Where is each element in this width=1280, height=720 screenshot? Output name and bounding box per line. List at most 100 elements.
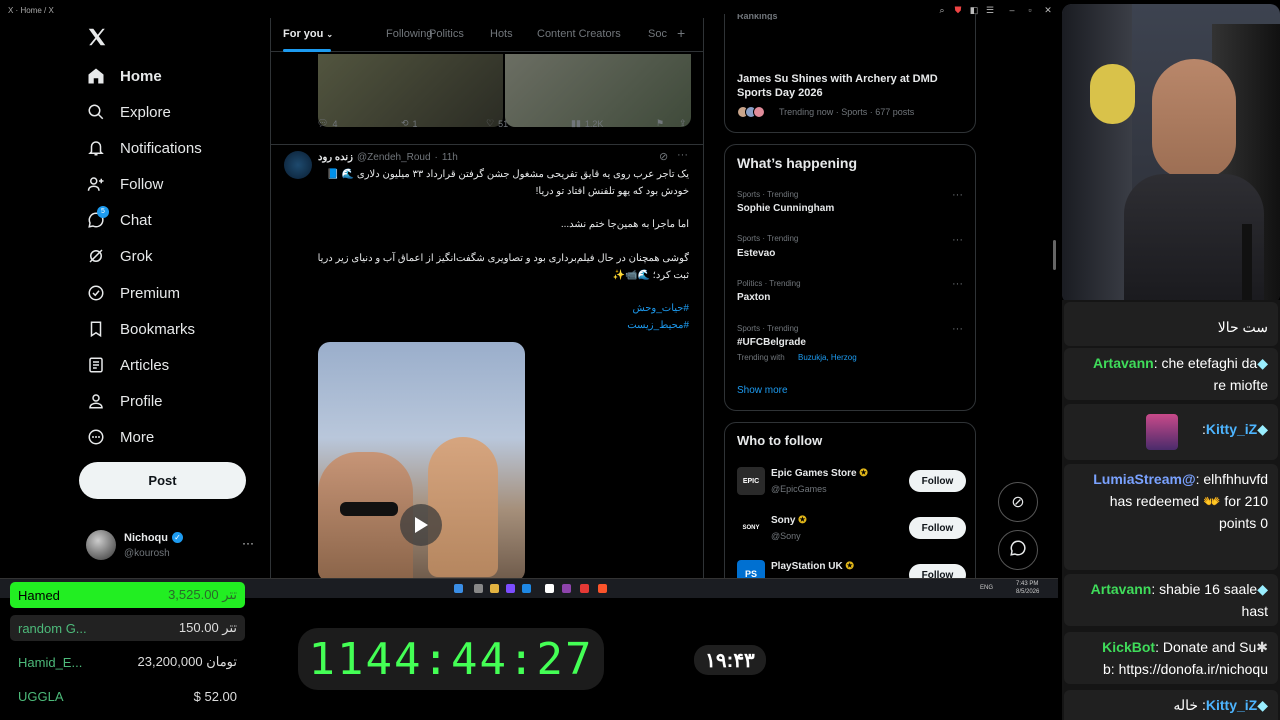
trending-with-links[interactable]: Buzukja, Herzog — [798, 353, 857, 362]
x-logo-icon[interactable] — [86, 26, 108, 48]
menu-icon[interactable]: ☰ — [984, 4, 996, 16]
chat-username[interactable]: Kitty_iZ — [1206, 421, 1257, 437]
search-icon[interactable] — [474, 584, 483, 593]
trend-more-icon[interactable]: ··· — [952, 234, 963, 246]
trend-more-icon[interactable]: ··· — [952, 278, 963, 290]
nav-more[interactable]: More — [86, 422, 154, 452]
nav-follow[interactable]: Follow — [86, 169, 163, 199]
window-title: X · Home / X — [8, 6, 54, 15]
avatar — [753, 106, 765, 118]
trend-more-icon[interactable]: ··· — [952, 189, 963, 201]
app-icon[interactable] — [522, 584, 531, 593]
app-icon[interactable] — [506, 584, 515, 593]
tab-content-creators[interactable]: Content Creators — [537, 28, 621, 40]
follow-button[interactable]: Follow — [909, 470, 966, 492]
nav-chat[interactable]: 5 Chat — [86, 205, 152, 235]
play-button[interactable] — [400, 504, 442, 546]
views-button[interactable]: ▮▮ 1.2K — [571, 118, 603, 129]
scrollbar-thumb[interactable] — [1053, 240, 1056, 270]
tweet-time[interactable]: 11h — [442, 152, 458, 163]
nav-grok[interactable]: Grok — [86, 241, 153, 271]
tweet-video[interactable] — [318, 342, 525, 582]
grok-float-button[interactable]: ⊘ — [998, 482, 1038, 522]
chat-username[interactable]: KickBot — [1102, 639, 1155, 655]
tweet-image[interactable] — [318, 54, 503, 127]
maximize-icon[interactable]: ▫ — [1024, 4, 1036, 16]
hashtag-link[interactable]: #محیط_زیست — [309, 317, 689, 334]
grok-icon[interactable]: ⊘ — [659, 150, 668, 163]
close-icon[interactable]: ✕ — [1042, 4, 1054, 16]
follow-button[interactable]: Follow — [909, 517, 966, 539]
trend-name[interactable]: #UFCBelgrade — [737, 337, 806, 348]
app-icon[interactable] — [562, 584, 571, 593]
tab-for-you[interactable]: For you ⌄ — [283, 28, 333, 40]
nav-premium[interactable]: Premium — [86, 278, 180, 308]
tweet-author-name[interactable]: زنده رود — [318, 152, 353, 163]
chat-float-button[interactable] — [998, 530, 1038, 570]
chat-username[interactable]: Kitty_iZ — [1206, 697, 1257, 713]
post-button[interactable]: Post — [79, 462, 246, 499]
news-title[interactable]: James Su Shines with Archery at DMD Spor… — [737, 72, 957, 100]
tweet-avatar[interactable] — [284, 151, 312, 179]
nav-notifications[interactable]: Notifications — [86, 133, 202, 163]
tweet-author-handle[interactable]: @Zendeh_Roud — [357, 152, 431, 163]
account-name[interactable]: Sony ✪ — [771, 515, 807, 526]
chair-left — [1062, 4, 1132, 304]
subathon-timer: 1144:44:27 — [298, 628, 604, 690]
nav-home[interactable]: Home — [86, 61, 162, 91]
taskbar-time[interactable]: 7:43 PM — [1016, 581, 1038, 587]
tab-hots[interactable]: Hots — [490, 28, 513, 40]
tweet-text-line: خودش بود که یهو تلفنش افتاد تو دریا! — [535, 186, 689, 197]
account-switcher[interactable]: Nichoqu ✓ @kourosh ··· — [86, 530, 268, 564]
language-indicator[interactable]: ENG — [980, 585, 993, 591]
news-card[interactable]: Rankings James Su Shines with Archery at… — [724, 14, 976, 133]
nav-bookmarks[interactable]: Bookmarks — [86, 314, 195, 344]
account-name[interactable]: PlayStation UK ✪ — [771, 561, 854, 572]
x-app-icon[interactable] — [545, 584, 554, 593]
trend-name[interactable]: Estevao — [737, 248, 775, 259]
nav-profile[interactable]: Profile — [86, 386, 163, 416]
add-user-icon — [86, 174, 106, 194]
donation-amount: 150.00 تتر — [178, 620, 237, 635]
card-title: Who to follow — [737, 433, 823, 448]
chat-text: elhfhhuvfd — [1203, 471, 1268, 487]
emote — [1146, 414, 1178, 450]
bookmark-button[interactable]: ⚑ — [656, 118, 664, 129]
show-more-link[interactable]: Show more — [737, 385, 788, 396]
hashtag-link[interactable]: #حیات_وحش — [309, 300, 689, 317]
like-button[interactable]: ♡ 51 — [486, 118, 508, 129]
share-button[interactable]: ⇪ — [679, 118, 687, 129]
account-more-icon[interactable]: ··· — [242, 536, 254, 550]
start-icon[interactable] — [454, 584, 463, 593]
chat-username[interactable]: LumiaStream@ — [1093, 471, 1195, 487]
sony-logo-icon[interactable]: SONY — [737, 514, 765, 542]
tweet-image[interactable] — [505, 54, 691, 127]
trend-name[interactable]: Paxton — [737, 292, 770, 303]
trend-name[interactable]: Sophie Cunningham — [737, 203, 834, 214]
tweet-more-icon[interactable]: ··· — [677, 149, 688, 161]
account-name[interactable]: Epic Games Store ✪ — [771, 468, 868, 479]
nav-articles[interactable]: Articles — [86, 350, 169, 380]
tab-soc[interactable]: Soc — [648, 28, 667, 40]
repost-button[interactable]: ⟲ 1 — [401, 118, 418, 129]
like-count: 51 — [498, 118, 509, 129]
articles-icon — [86, 355, 106, 375]
trend-more-icon[interactable]: ··· — [952, 323, 963, 335]
nav-explore[interactable]: Explore — [86, 97, 171, 127]
repost-icon: ⟲ — [401, 118, 409, 128]
minimize-icon[interactable]: – — [1006, 4, 1018, 16]
add-tab-icon[interactable]: + — [677, 25, 685, 41]
reply-button[interactable]: 💬︎ 4 — [317, 118, 337, 129]
tab-following[interactable]: Following — [386, 28, 432, 40]
donor-name: Hamid_E... — [18, 654, 83, 670]
app-icon[interactable] — [580, 584, 589, 593]
chat-username[interactable]: Artavann — [1093, 355, 1154, 371]
taskbar-date[interactable]: 8/5/2026 — [1016, 589, 1039, 595]
brave-icon[interactable] — [598, 584, 607, 593]
chat-username[interactable]: Artavann — [1091, 581, 1152, 597]
tab-politics[interactable]: Politics — [429, 28, 464, 40]
folder-icon[interactable] — [490, 584, 499, 593]
chat-icon: 5 — [86, 206, 109, 230]
epic-games-logo-icon[interactable]: EPIC — [737, 467, 765, 495]
news-meta: Trending now · Sports · 677 posts — [779, 107, 915, 117]
